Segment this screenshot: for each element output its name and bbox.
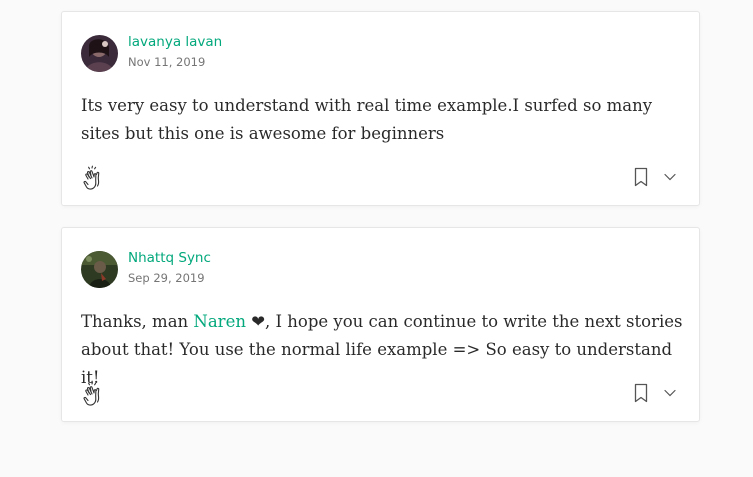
avatar-image [81, 251, 118, 288]
more-options-button[interactable] [662, 386, 678, 400]
clap-icon [83, 165, 100, 190]
response-text: Its very easy to understand with real ti… [81, 96, 653, 143]
chevron-down-icon [664, 389, 676, 397]
more-options-button[interactable] [662, 170, 678, 184]
response-date[interactable]: Sep 29, 2019 [128, 271, 205, 285]
avatar-image [81, 35, 118, 72]
bookmark-icon [634, 383, 648, 403]
author-name[interactable]: lavanya lavan [128, 34, 222, 50]
response-card: lavanya lavan Nov 11, 2019 Its very easy… [61, 11, 700, 206]
bookmark-icon [634, 167, 648, 187]
response-text-start: Thanks, man [81, 312, 194, 331]
chevron-down-icon [664, 173, 676, 181]
clap-icon [83, 381, 100, 406]
response-card: Nhattq Sync Sep 29, 2019 Thanks, man Nar… [61, 227, 700, 422]
avatar[interactable] [81, 251, 118, 288]
clap-button[interactable] [79, 164, 109, 194]
clap-button[interactable] [79, 380, 109, 410]
mention-link[interactable]: Naren [193, 312, 246, 331]
bookmark-button[interactable] [632, 382, 650, 404]
avatar[interactable] [81, 35, 118, 72]
bookmark-button[interactable] [632, 166, 650, 188]
author-name[interactable]: Nhattq Sync [128, 250, 211, 266]
response-date[interactable]: Nov 11, 2019 [128, 55, 205, 69]
response-text: Thanks, man Naren ❤︎, I hope you can con… [81, 308, 687, 392]
